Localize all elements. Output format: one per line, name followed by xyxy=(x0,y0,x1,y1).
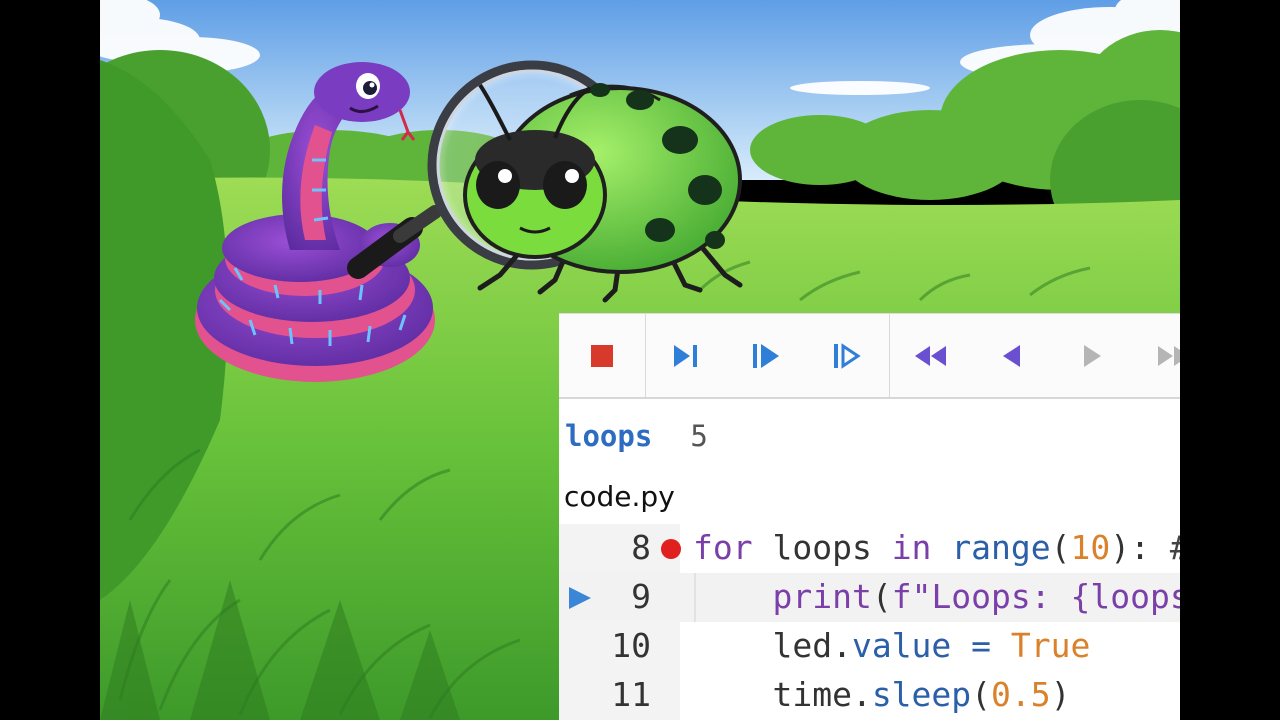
debugger-panel: loops 5 code.py 8 for loops in range(10)… xyxy=(559,313,1180,720)
step-over-icon xyxy=(674,344,697,367)
stop-icon xyxy=(591,344,613,367)
variable-row[interactable]: loops 5 xyxy=(565,414,708,458)
code-line[interactable]: 10 led.value = True xyxy=(559,622,1180,671)
code-line[interactable]: 8 for loops in range(10): # xyxy=(559,524,1180,573)
debug-toolbar xyxy=(559,314,1180,399)
step-back-button[interactable] xyxy=(972,314,1052,397)
line-number: 11 xyxy=(611,675,651,714)
code-text: for loops in range(10): # xyxy=(693,528,1180,567)
rewind-button[interactable] xyxy=(890,314,972,397)
line-number: 9 xyxy=(631,577,651,616)
file-name: code.py xyxy=(564,480,675,513)
play-icon xyxy=(1084,344,1101,367)
code-text: time.sleep(0.5) xyxy=(693,675,1071,714)
step-out-button[interactable] xyxy=(806,314,888,397)
resume-button[interactable] xyxy=(1052,314,1132,397)
code-line-current[interactable]: 9 print(f"Loops: {loops}") xyxy=(559,573,1180,622)
code-line[interactable]: 11 time.sleep(0.5) xyxy=(559,671,1180,720)
step-back-icon xyxy=(1003,344,1020,367)
fast-forward-button[interactable] xyxy=(1132,314,1180,397)
code-editor[interactable]: 8 for loops in range(10): # 9 print(f"Lo… xyxy=(559,524,1180,720)
step-over-button[interactable] xyxy=(646,314,726,397)
step-into-icon xyxy=(753,343,779,368)
step-out-icon xyxy=(834,342,861,369)
fast-forward-icon xyxy=(1158,345,1180,366)
variable-name: loops xyxy=(565,419,653,453)
code-text: led.value = True xyxy=(693,626,1091,665)
line-number: 10 xyxy=(611,626,651,665)
rewind-icon xyxy=(915,345,946,366)
video-frame: loops 5 code.py 8 for loops in range(10)… xyxy=(100,0,1180,720)
code-text: print(f"Loops: {loops}") xyxy=(772,577,1180,616)
stop-button[interactable] xyxy=(559,314,645,397)
step-into-button[interactable] xyxy=(726,314,806,397)
variable-value: 5 xyxy=(690,419,708,453)
breakpoint-icon[interactable] xyxy=(661,539,681,559)
line-number: 8 xyxy=(631,528,651,567)
